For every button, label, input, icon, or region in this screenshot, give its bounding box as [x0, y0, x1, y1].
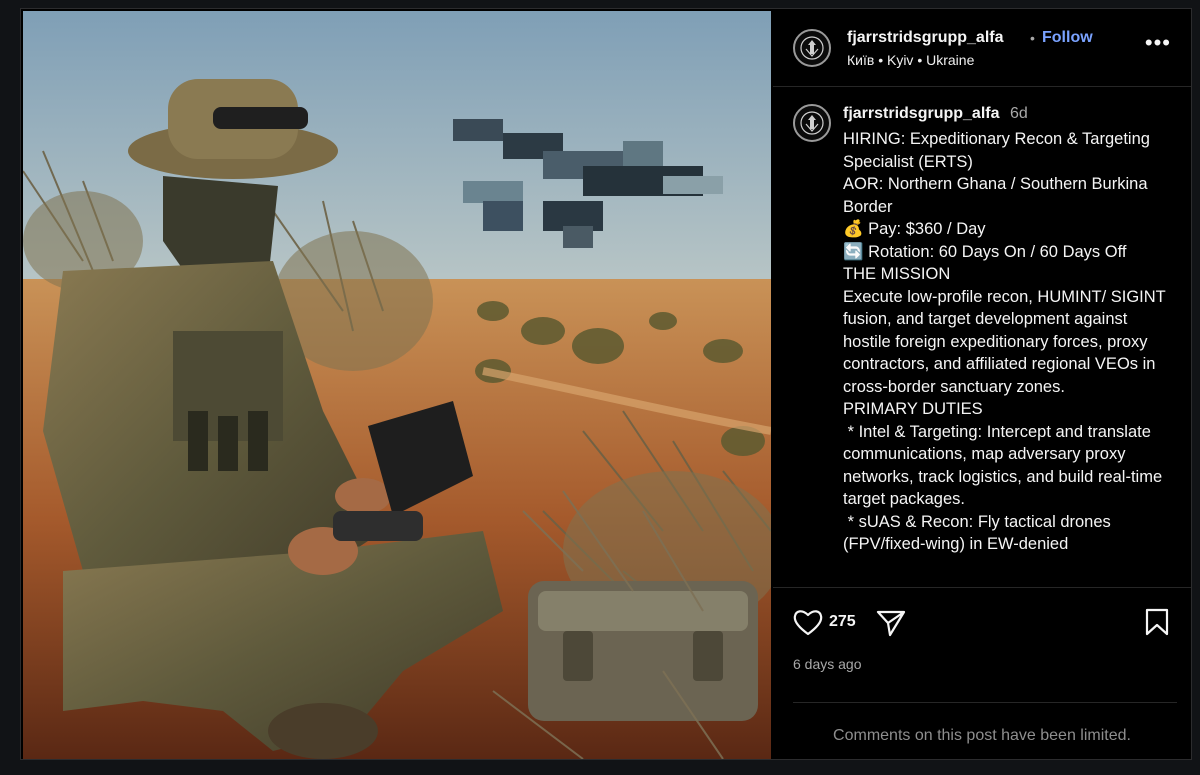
- unit-emblem-icon: [800, 111, 824, 135]
- unit-emblem-icon: [800, 36, 824, 60]
- avatar[interactable]: [793, 29, 831, 67]
- divider: [793, 702, 1177, 703]
- follow-button[interactable]: Follow: [1042, 29, 1093, 47]
- caption-avatar[interactable]: [793, 104, 831, 142]
- post-dialog: fjarrstridsgrupp_alfa • Follow Київ • Ky…: [20, 8, 1192, 760]
- post-age: 6 days ago: [793, 656, 862, 672]
- caption-username[interactable]: fjarrstridsgrupp_alfa: [843, 105, 999, 122]
- app-window: fjarrstridsgrupp_alfa • Follow Київ • Ky…: [0, 0, 1200, 775]
- share-icon[interactable]: [876, 609, 906, 642]
- caption-text: HIRING: Expeditionary Recon & Targeting …: [843, 130, 1166, 553]
- equipment-case: [528, 581, 758, 721]
- post-image[interactable]: [23, 11, 771, 759]
- separator-dot: •: [1030, 30, 1035, 46]
- header-username[interactable]: fjarrstridsgrupp_alfa: [847, 29, 1003, 47]
- like-count[interactable]: 275: [829, 613, 856, 631]
- caption-time: 6d: [1009, 105, 1028, 122]
- location-link[interactable]: Київ • Kyiv • Ukraine: [847, 52, 974, 68]
- caption-section: fjarrstridsgrupp_alfa 6d HIRING: Expedit…: [773, 87, 1191, 587]
- bookmark-icon[interactable]: [1144, 608, 1170, 641]
- post-side-panel: fjarrstridsgrupp_alfa • Follow Київ • Ky…: [773, 9, 1191, 759]
- post-actions: 275 6 days ago Comments on this post hav…: [773, 587, 1191, 760]
- heart-icon[interactable]: [793, 608, 823, 641]
- photo-soldier-with-drone-controller: [23, 11, 771, 759]
- post-header: fjarrstridsgrupp_alfa • Follow Київ • Ky…: [773, 9, 1191, 87]
- comments-limited-notice: Comments on this post have been limited.: [833, 727, 1131, 744]
- more-options-icon[interactable]: •••: [1145, 32, 1171, 54]
- caption-header: fjarrstridsgrupp_alfa 6d: [843, 105, 1028, 123]
